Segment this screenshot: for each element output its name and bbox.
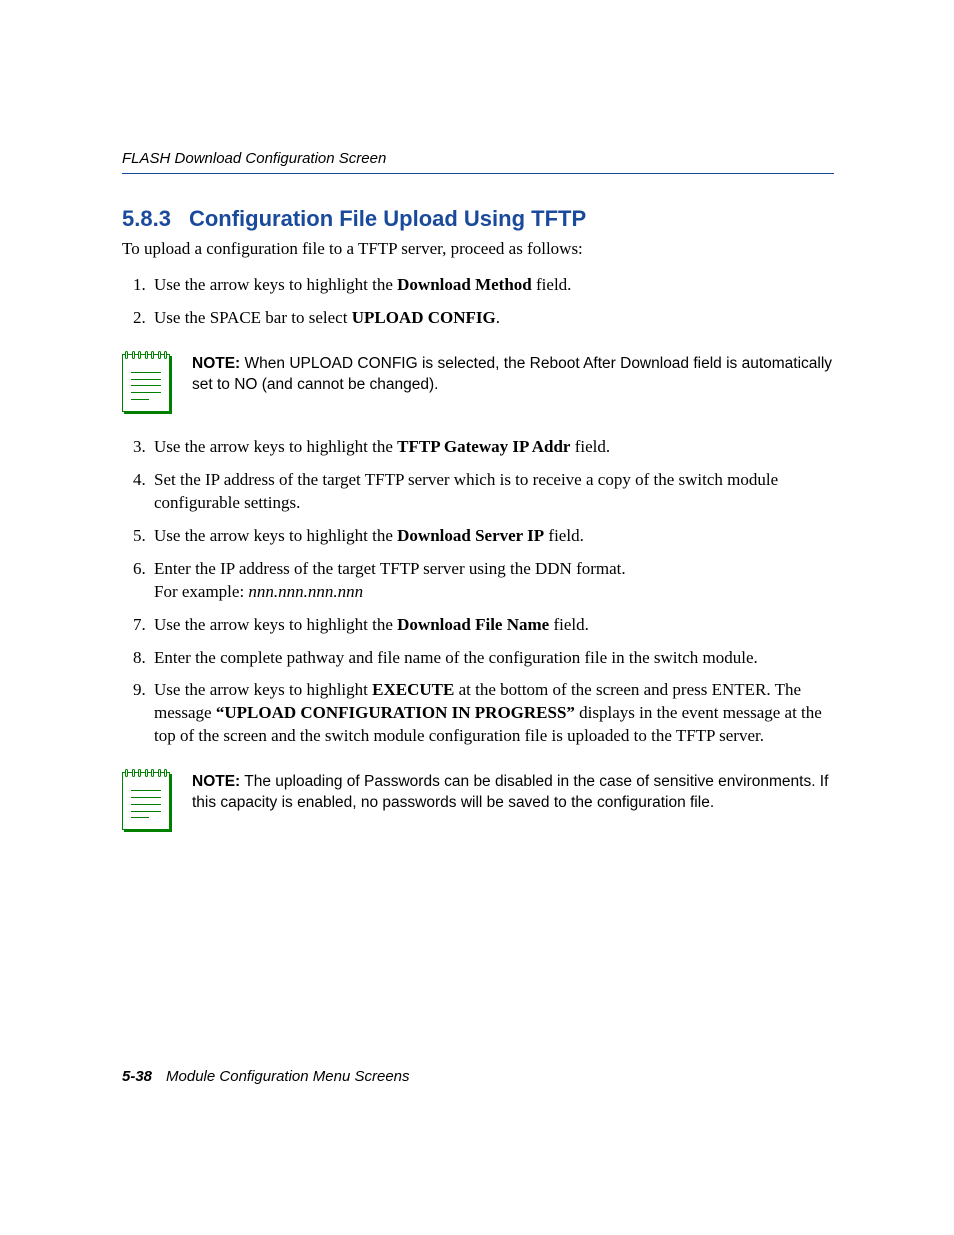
step-item: Use the arrow keys to highlight the Down… [150,614,834,637]
note-body: The uploading of Passwords can be disabl… [192,773,828,811]
running-header: FLASH Download Configuration Screen [122,150,834,174]
step-item: Use the arrow keys to highlight the TFTP… [150,436,834,459]
page-footer: 5-38 Module Configuration Menu Screens [122,1068,410,1085]
note-text: NOTE: The uploading of Passwords can be … [192,772,834,814]
note-icon [122,772,170,830]
step-item: Enter the complete pathway and file name… [150,647,834,670]
page-container: FLASH Download Configuration Screen 5.8.… [0,0,954,1235]
note-block-2: NOTE: The uploading of Passwords can be … [122,772,834,830]
step-item: Enter the IP address of the target TFTP … [150,558,834,604]
step-item: Use the SPACE bar to select UPLOAD CONFI… [150,307,834,330]
steps-list-b: Use the arrow keys to highlight the TFTP… [122,436,834,748]
note-label: NOTE: [192,355,240,372]
section-title: Configuration File Upload Using TFTP [189,206,586,231]
step-item: Set the IP address of the target TFTP se… [150,469,834,515]
page-number: 5-38 [122,1068,152,1085]
step-item: Use the arrow keys to highlight the Down… [150,525,834,548]
note-text: NOTE: When UPLOAD CONFIG is selected, th… [192,354,834,396]
step-item: Use the arrow keys to highlight EXECUTE … [150,679,834,748]
section-intro: To upload a configuration file to a TFTP… [122,238,834,260]
steps-list-a: Use the arrow keys to highlight the Down… [122,274,834,330]
section-number: 5.8.3 [122,206,171,231]
chapter-title: Module Configuration Menu Screens [166,1068,409,1085]
step-subline: For example: nnn.nnn.nnn.nnn [154,581,834,604]
note-body: When UPLOAD CONFIG is selected, the Rebo… [192,355,832,393]
note-block-1: NOTE: When UPLOAD CONFIG is selected, th… [122,354,834,412]
step-item: Use the arrow keys to highlight the Down… [150,274,834,297]
note-label: NOTE: [192,773,240,790]
running-header-text: FLASH Download Configuration Screen [122,150,386,167]
section-heading: 5.8.3 Configuration File Upload Using TFT… [122,206,834,232]
note-icon [122,354,170,412]
